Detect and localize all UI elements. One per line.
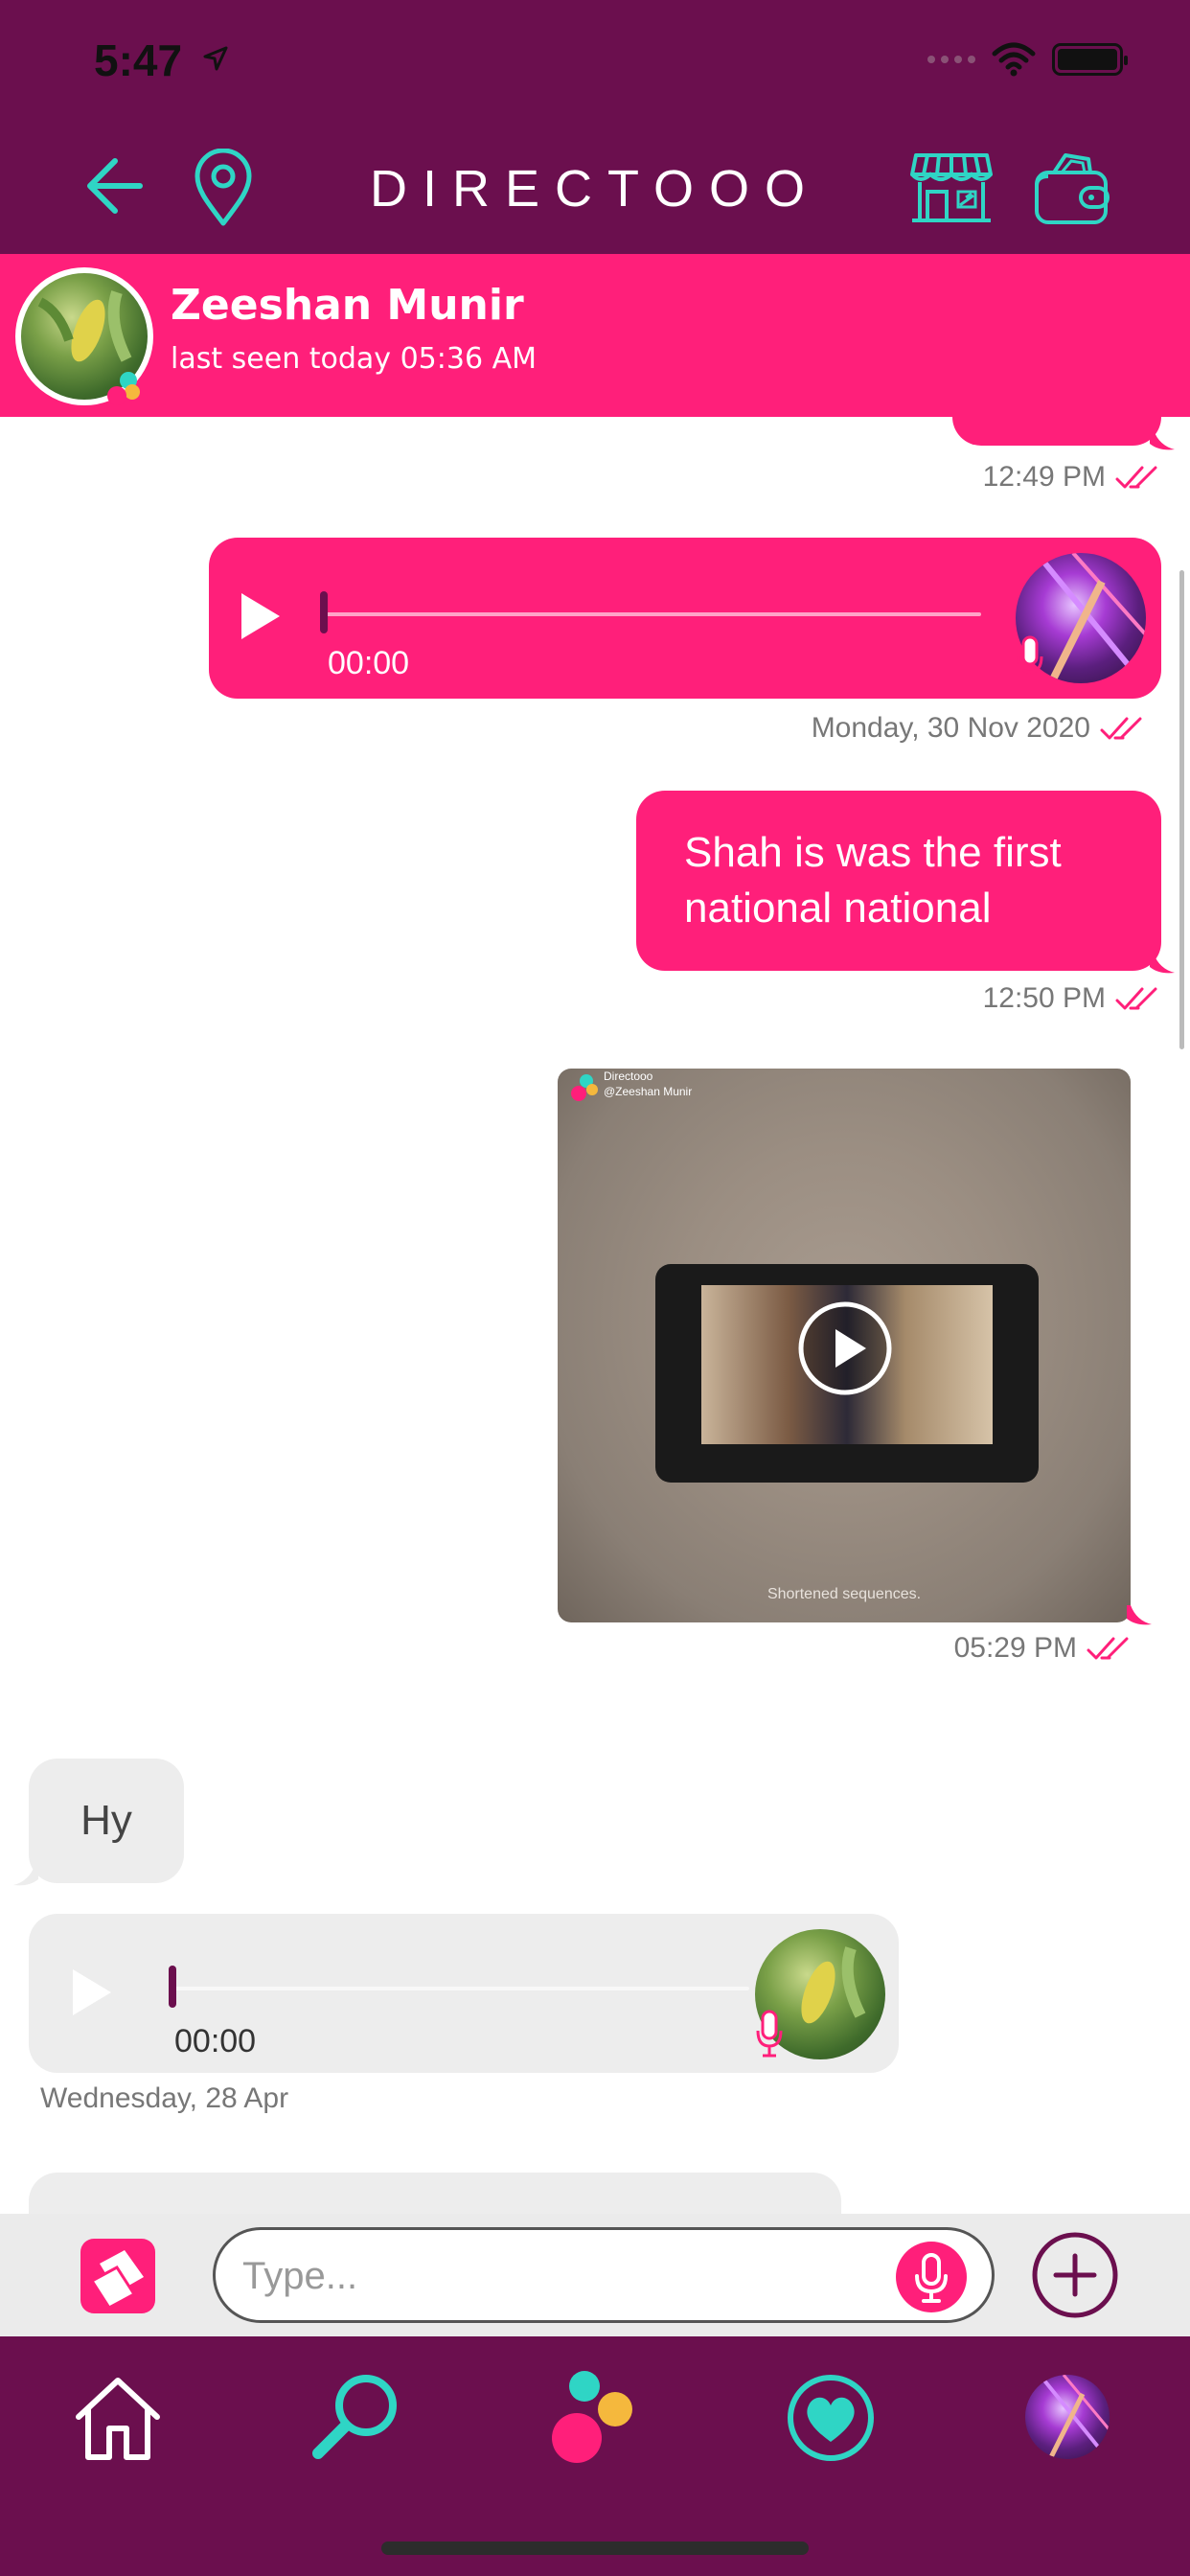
message-time: 05:29 PM (953, 1632, 1077, 1664)
directooo-logo-icon[interactable] (542, 2365, 648, 2471)
signal-icon (927, 56, 975, 63)
video-caption: Shortened sequences. (767, 1586, 922, 1602)
message-composer (0, 2214, 1190, 2336)
mic-icon (756, 2010, 783, 2058)
text-message-out[interactable]: Shah is was the first national national (636, 791, 1161, 971)
video-play-icon[interactable] (797, 1300, 893, 1396)
plus-circle-icon[interactable] (1031, 2231, 1119, 2319)
play-icon[interactable] (238, 591, 284, 641)
chat-contact-bar[interactable]: Zeeshan Munir last seen today 05:36 AM (0, 254, 1190, 417)
double-check-icon (1115, 987, 1157, 1010)
bubble-tail (1127, 1605, 1152, 1625)
location-arrow-icon (203, 46, 228, 71)
double-check-icon (1100, 717, 1142, 740)
chat-message-list[interactable]: 12:49 PM 00:00 Monday, 30 Nov 2020 Shah … (0, 417, 1190, 2214)
message-input[interactable] (242, 2247, 875, 2305)
online-badge-icon (107, 372, 140, 405)
message-date: Monday, 30 Nov 2020 (811, 712, 1090, 744)
audio-progress-thumb[interactable] (169, 1966, 176, 2008)
profile-avatar[interactable] (1025, 2375, 1110, 2459)
message-meta: 05:29 PM (954, 1632, 1131, 1665)
battery-icon (1052, 43, 1128, 76)
voice-record-button[interactable] (896, 2242, 967, 2312)
voice-message-out[interactable]: 00:00 (209, 538, 1161, 699)
message-input-field[interactable] (213, 2227, 995, 2323)
store-icon[interactable] (910, 151, 993, 224)
bottom-navigation (0, 2336, 1190, 2576)
status-time: 5:47 (94, 35, 183, 85)
directooo-logo-icon (571, 1074, 598, 1101)
app-brand-title: DIRECTOOO (369, 160, 821, 218)
message-meta: 12:49 PM (983, 461, 1159, 494)
voice-message-in[interactable]: 00:00 (29, 1914, 899, 2073)
message-bubble-in-partial[interactable] (29, 2173, 841, 2214)
audio-duration: 00:00 (174, 2023, 257, 2059)
app-header: 5:47 DIRECTOOO (0, 0, 1190, 254)
double-check-icon (1115, 466, 1157, 489)
chat-scrollbar[interactable] (1179, 570, 1184, 1049)
video-watermark-brand: Directooo (604, 1070, 653, 1083)
audio-progress-thumb[interactable] (320, 591, 328, 633)
status-indicators (927, 42, 1128, 77)
heart-icon[interactable] (778, 2365, 883, 2471)
video-watermark: Directooo @Zeeshan Munir (604, 1069, 692, 1099)
home-icon[interactable] (65, 2365, 171, 2471)
search-icon[interactable] (305, 2365, 410, 2471)
bubble-tail (13, 1866, 38, 1886)
audio-progress-track[interactable] (324, 612, 981, 616)
home-indicator (381, 2542, 809, 2555)
message-date: Wednesday, 28 Apr (40, 2082, 289, 2114)
contact-last-seen: last seen today 05:36 AM (171, 342, 537, 376)
text-message-in[interactable]: Hy (29, 1759, 184, 1883)
message-meta: 12:50 PM (983, 982, 1159, 1015)
message-meta: Monday, 30 Nov 2020 (812, 712, 1144, 745)
video-watermark-handle: @Zeeshan Munir (604, 1085, 693, 1098)
contact-name: Zeeshan Munir (171, 281, 524, 330)
audio-progress-track[interactable] (171, 1987, 749, 1990)
bubble-tail (1150, 954, 1175, 974)
bubble-tail (1150, 430, 1175, 450)
message-bubble-out-partial[interactable] (952, 417, 1161, 446)
audio-duration: 00:00 (328, 645, 410, 681)
avatar-image (1042, 2375, 1110, 2459)
message-time: 12:50 PM (982, 982, 1106, 1014)
double-check-icon (1087, 1637, 1129, 1660)
message-time: 12:49 PM (982, 461, 1106, 493)
play-icon[interactable] (69, 1967, 115, 2017)
mic-icon (1017, 635, 1043, 683)
video-message-out[interactable]: Directooo @Zeeshan Munir Shortened seque… (558, 1069, 1131, 1622)
mic-icon (915, 2253, 948, 2303)
wallet-icon[interactable] (1033, 150, 1111, 226)
wifi-icon (992, 42, 1036, 77)
sticker-icon[interactable] (79, 2237, 157, 2315)
